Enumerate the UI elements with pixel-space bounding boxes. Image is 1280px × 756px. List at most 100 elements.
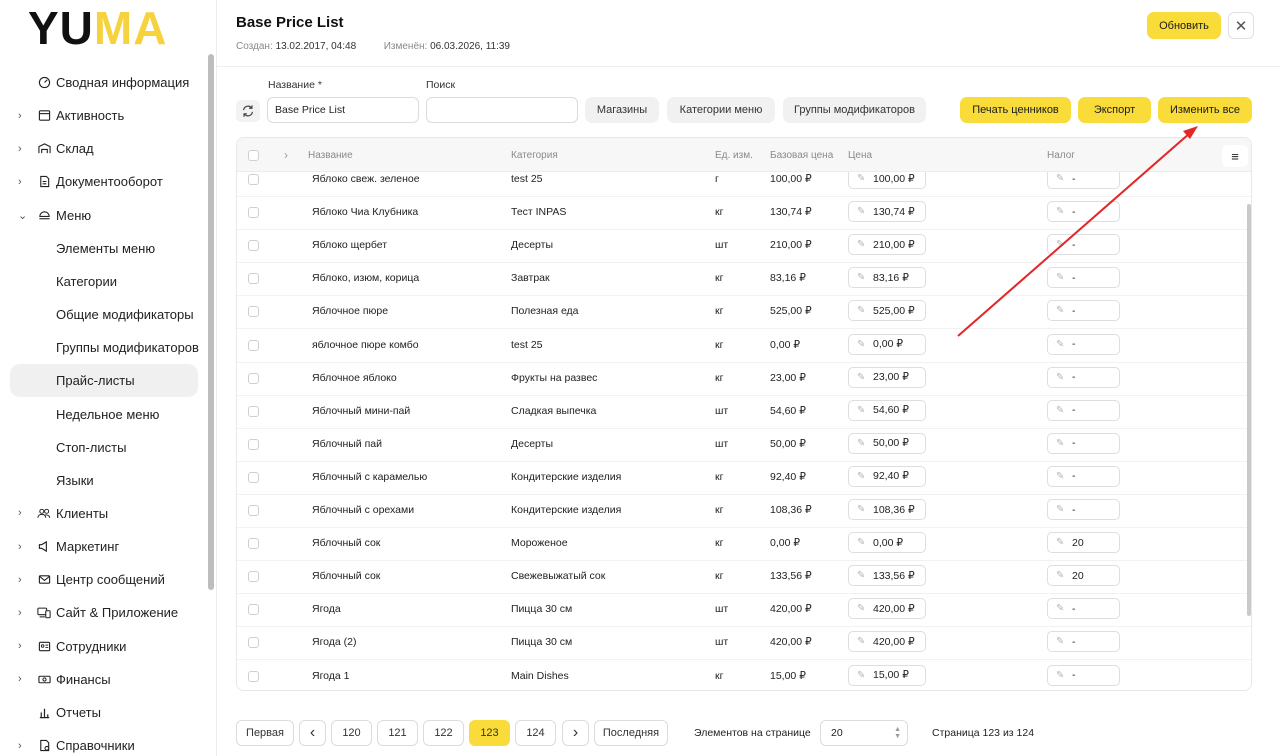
table-row[interactable]: Ягода 1 Main Dishes кг 15,00 ₽ ✎ 15,00 ₽ ✎ - xyxy=(237,661,1251,691)
price-field[interactable]: ✎ 0,00 ₽ xyxy=(848,333,926,355)
sidebar-item-прайс-листы[interactable]: Прайс-листы xyxy=(10,364,198,398)
tax-field[interactable]: ✎ - xyxy=(1047,366,1120,388)
tax-field[interactable]: ✎ - xyxy=(1047,172,1120,189)
price-field[interactable]: ✎ 133,56 ₽ xyxy=(848,565,926,587)
col-base-price[interactable]: Базовая цена xyxy=(770,150,833,161)
sync-icon[interactable] xyxy=(236,100,260,122)
price-field[interactable]: ✎ 420,00 ₽ xyxy=(848,631,926,653)
per-page-select[interactable]: 20 ▲ ▼ xyxy=(820,720,908,746)
sidebar-item-склад[interactable]: › Склад xyxy=(10,132,198,165)
price-field[interactable]: ✎ 83,16 ₽ xyxy=(848,267,926,289)
select-all-checkbox[interactable] xyxy=(248,150,259,161)
sidebar-item-группы-модификаторов[interactable]: Группы модификаторов xyxy=(10,331,199,364)
sidebar-item-стоп-листы[interactable]: Стоп-листы xyxy=(10,431,198,464)
table-row[interactable]: Яблоко щербет Десерты шт 210,00 ₽ ✎ 210,00 ₽ ✎… xyxy=(237,230,1251,264)
page-button-120[interactable]: 120 xyxy=(331,720,372,746)
chevron-right-icon[interactable]: › xyxy=(18,740,28,752)
price-field[interactable]: ✎ 100,00 ₽ xyxy=(848,172,926,189)
change-all-button[interactable]: Изменить все xyxy=(1158,97,1252,123)
table-row[interactable]: Яблоко Чиа Клубника Тест INPAS кг 130,74 ₽ ✎… xyxy=(237,197,1251,231)
sidebar-item-документооборот[interactable]: › Документооборот xyxy=(10,165,198,198)
chevron-right-icon[interactable]: › xyxy=(18,507,28,519)
row-checkbox[interactable] xyxy=(248,273,259,285)
price-field[interactable]: ✎ 50,00 ₽ xyxy=(848,432,926,454)
price-field[interactable]: ✎ 92,40 ₽ xyxy=(848,465,926,487)
tax-field[interactable]: ✎ - xyxy=(1047,333,1120,355)
modifier-groups-button[interactable]: Группы модификаторов xyxy=(783,97,926,123)
chevron-right-icon[interactable]: › xyxy=(18,110,28,122)
tax-field[interactable]: ✎ - xyxy=(1047,399,1120,421)
next-page-icon[interactable]: › xyxy=(562,720,589,746)
price-field[interactable]: ✎ 525,00 ₽ xyxy=(848,300,926,322)
row-checkbox[interactable] xyxy=(248,207,259,219)
menu-categories-button[interactable]: Категории меню xyxy=(667,97,775,123)
tax-field[interactable]: ✎ - xyxy=(1047,267,1120,289)
row-checkbox[interactable] xyxy=(248,339,259,351)
stores-button[interactable]: Магазины xyxy=(585,97,659,123)
table-row[interactable]: Яблочный сок Свежевыжатый сок кг 133,56 ₽ ✎ 1… xyxy=(237,561,1251,595)
chevron-right-icon[interactable]: › xyxy=(18,673,28,685)
sidebar-item-сайт-приложение[interactable]: › Сайт & Приложение xyxy=(10,596,198,629)
table-row[interactable]: Яблочный с орехами Кондитерские изделия кг… xyxy=(237,495,1251,529)
table-row[interactable]: Яблочный сок Мороженое кг 0,00 ₽ ✎ 0,00 ₽ ✎ 20 xyxy=(237,528,1251,562)
price-field[interactable]: ✎ 130,74 ₽ xyxy=(848,201,926,223)
prev-page-icon[interactable]: ‹ xyxy=(299,720,326,746)
table-row[interactable]: Ягода Пицца 30 см шт 420,00 ₽ ✎ 420,00 ₽ ✎ - xyxy=(237,594,1251,628)
table-row[interactable]: Яблоко, изюм, корица Завтрак кг 83,16 ₽ ✎ 83,… xyxy=(237,263,1251,297)
column-settings-icon[interactable]: ≡ xyxy=(1222,145,1248,167)
col-category[interactable]: Категория xyxy=(511,150,558,161)
col-unit[interactable]: Ед. изм. xyxy=(715,150,753,161)
table-row[interactable]: яблочное пюре комбо test 25 кг 0,00 ₽ ✎ 0,00 … xyxy=(237,330,1251,363)
price-field[interactable]: ✎ 23,00 ₽ xyxy=(848,366,926,388)
refresh-button[interactable]: Обновить xyxy=(1147,12,1221,39)
export-button[interactable]: Экспорт xyxy=(1078,97,1151,123)
tax-field[interactable]: ✎ 20 xyxy=(1047,565,1120,587)
sidebar-item-сотрудники[interactable]: › Сотрудники xyxy=(10,630,198,663)
row-checkbox[interactable] xyxy=(248,372,259,384)
page-button-122[interactable]: 122 xyxy=(423,720,464,746)
row-checkbox[interactable] xyxy=(248,571,259,583)
price-field[interactable]: ✎ 0,00 ₽ xyxy=(848,532,926,554)
table-row[interactable]: Яблочный мини-пай Сладкая выпечка шт 54,60 … xyxy=(237,396,1251,429)
sidebar-item-сводная-информация[interactable]: Сводная информация xyxy=(10,66,198,99)
col-tax[interactable]: Налог xyxy=(1047,150,1075,161)
chevron-right-icon[interactable]: › xyxy=(18,607,28,619)
table-row[interactable]: Ягода (2) Пицца 30 см шт 420,00 ₽ ✎ 420,00 ₽ ✎… xyxy=(237,627,1251,661)
table-scrollbar[interactable] xyxy=(1247,204,1251,616)
row-checkbox[interactable] xyxy=(248,604,259,616)
sidebar-item-отчеты[interactable]: Отчеты xyxy=(10,696,198,729)
chevron-right-icon[interactable]: › xyxy=(18,541,28,553)
table-row[interactable]: Яблочное яблоко Фрукты на развес кг 23,00 ₽… xyxy=(237,363,1251,396)
row-checkbox[interactable] xyxy=(248,306,259,318)
col-name[interactable]: Название xyxy=(308,150,353,161)
sidebar-scrollbar[interactable] xyxy=(208,54,214,590)
row-checkbox[interactable] xyxy=(248,471,259,483)
table-row[interactable]: Яблочный пай Десерты шт 50,00 ₽ ✎ 50,00 ₽ ✎ - xyxy=(237,429,1251,462)
row-checkbox[interactable] xyxy=(248,174,259,185)
tax-field[interactable]: ✎ 20 xyxy=(1047,532,1120,554)
sidebar-item-маркетинг[interactable]: › Маркетинг xyxy=(10,530,198,563)
tax-field[interactable]: ✎ - xyxy=(1047,499,1120,520)
row-checkbox[interactable] xyxy=(248,505,259,516)
sidebar-item-недельное-меню[interactable]: Недельное меню xyxy=(10,398,198,431)
price-field[interactable]: ✎ 54,60 ₽ xyxy=(848,399,926,421)
search-input[interactable] xyxy=(426,97,578,123)
tax-field[interactable]: ✎ - xyxy=(1047,465,1120,487)
sidebar-item-общие-модификаторы[interactable]: Общие модификаторы xyxy=(10,298,198,331)
sidebar-item-справочники[interactable]: › Справочники xyxy=(10,729,198,756)
page-button-121[interactable]: 121 xyxy=(377,720,418,746)
first-page-button[interactable]: Первая xyxy=(236,720,294,746)
row-checkbox[interactable] xyxy=(248,538,259,550)
row-checkbox[interactable] xyxy=(248,637,259,649)
tax-field[interactable]: ✎ - xyxy=(1047,664,1120,686)
logo[interactable]: YUMA xyxy=(28,5,167,51)
price-field[interactable]: ✎ 15,00 ₽ xyxy=(848,664,926,686)
tax-field[interactable]: ✎ - xyxy=(1047,432,1120,454)
col-price[interactable]: Цена xyxy=(848,150,872,161)
sidebar-item-языки[interactable]: Языки xyxy=(10,464,198,497)
table-row[interactable]: Яблочное пюре Полезная еда кг 525,00 ₽ ✎ 525,… xyxy=(237,296,1251,330)
page-button-124[interactable]: 124 xyxy=(515,720,556,746)
chevron-down-icon[interactable]: ⌄ xyxy=(18,209,28,222)
table-row[interactable]: Яблоко свеж. зеленое test 25 г 100,00 ₽ ✎ 100… xyxy=(237,172,1251,198)
sidebar-item-активность[interactable]: › Активность xyxy=(10,99,198,132)
